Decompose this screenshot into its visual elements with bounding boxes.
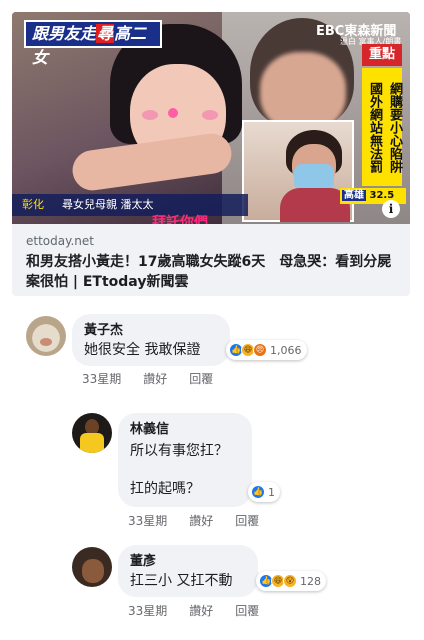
reaction-summary[interactable]: 👍 1 — [248, 482, 280, 502]
face-mask — [294, 164, 334, 190]
video-subtitle: 拜託你們 — [152, 215, 208, 224]
name-caption-strip: 彰化 尋女兒母親 潘太太 — [12, 194, 248, 216]
avatar[interactable] — [72, 547, 112, 587]
comment-actions: 33星期 讚好 回覆 — [128, 512, 259, 529]
like-button[interactable]: 讚好 — [189, 602, 213, 619]
interview-inset — [242, 120, 354, 222]
key-point-tag: 重點 — [362, 44, 402, 66]
link-title[interactable]: 和男友搭小黃走！17歲高職女失蹤6天 母急哭：看到分屍案很怕 | ETtoday… — [26, 252, 402, 292]
comment-text-line: 扛的起嗎？ — [130, 481, 200, 497]
angry-icon: 😠 — [253, 343, 267, 357]
reaction-count: 128 — [300, 574, 321, 588]
reply-button[interactable]: 回覆 — [235, 602, 259, 619]
comment-timestamp: 33星期 — [82, 372, 122, 386]
avatar[interactable] — [72, 413, 112, 453]
like-button[interactable]: 讚好 — [189, 512, 213, 529]
comment-bubble: 董彥 扛三小 又扛不動 — [118, 545, 258, 597]
reply-button[interactable]: 回覆 — [235, 512, 259, 529]
vertical-caption-2: 國外網站無法罰 — [362, 68, 382, 186]
comment-text-line: 所以有事您扛？ — [130, 443, 228, 459]
like-button[interactable]: 讚好 — [143, 370, 167, 387]
reaction-summary[interactable]: 👍 😆 😠 1,066 — [226, 340, 307, 360]
link-domain: ettoday.net — [26, 234, 95, 248]
news-headline-banner: 跟男友走尋高二女 — [24, 20, 162, 67]
comment-actions: 33星期 讚好 回覆 — [128, 602, 259, 619]
reaction-count: 1,066 — [270, 343, 302, 357]
reply-button[interactable]: 回覆 — [189, 370, 213, 387]
comment-timestamp: 33星期 — [128, 514, 168, 528]
comment-text: 她很安全 我敢保證 — [84, 342, 201, 358]
reaction-summary[interactable]: 👍 😆 😮 128 — [256, 571, 326, 591]
comment-author[interactable]: 黃子杰 — [84, 322, 218, 340]
vertical-caption-1: 網購要小心陷阱 — [382, 68, 402, 186]
comment-timestamp: 33星期 — [128, 604, 168, 618]
comment-bubble: 林義信 所以有事您扛？ 扛的起嗎？ — [118, 413, 252, 507]
comment-author[interactable]: 林義信 — [130, 421, 240, 439]
news-thumbnail[interactable]: 跟男友走尋高二女 EBC東森新聞 溫白 富事人/朗書 重點 網購要小心陷阱 國外… — [12, 12, 410, 224]
comment-text: 扛三小 又扛不動 — [130, 573, 233, 589]
reaction-count: 1 — [268, 485, 275, 499]
comment-bubble: 黃子杰 她很安全 我敢保證 — [72, 314, 230, 366]
comment-author[interactable]: 董彥 — [130, 553, 246, 571]
info-icon[interactable]: i — [382, 200, 400, 218]
link-preview-card[interactable]: 跟男友走尋高二女 EBC東森新聞 溫白 富事人/朗書 重點 網購要小心陷阱 國外… — [12, 12, 410, 296]
comment-actions: 33星期 讚好 回覆 — [82, 370, 213, 387]
avatar[interactable] — [26, 316, 66, 356]
wow-icon: 😮 — [283, 574, 297, 588]
like-icon: 👍 — [251, 485, 265, 499]
